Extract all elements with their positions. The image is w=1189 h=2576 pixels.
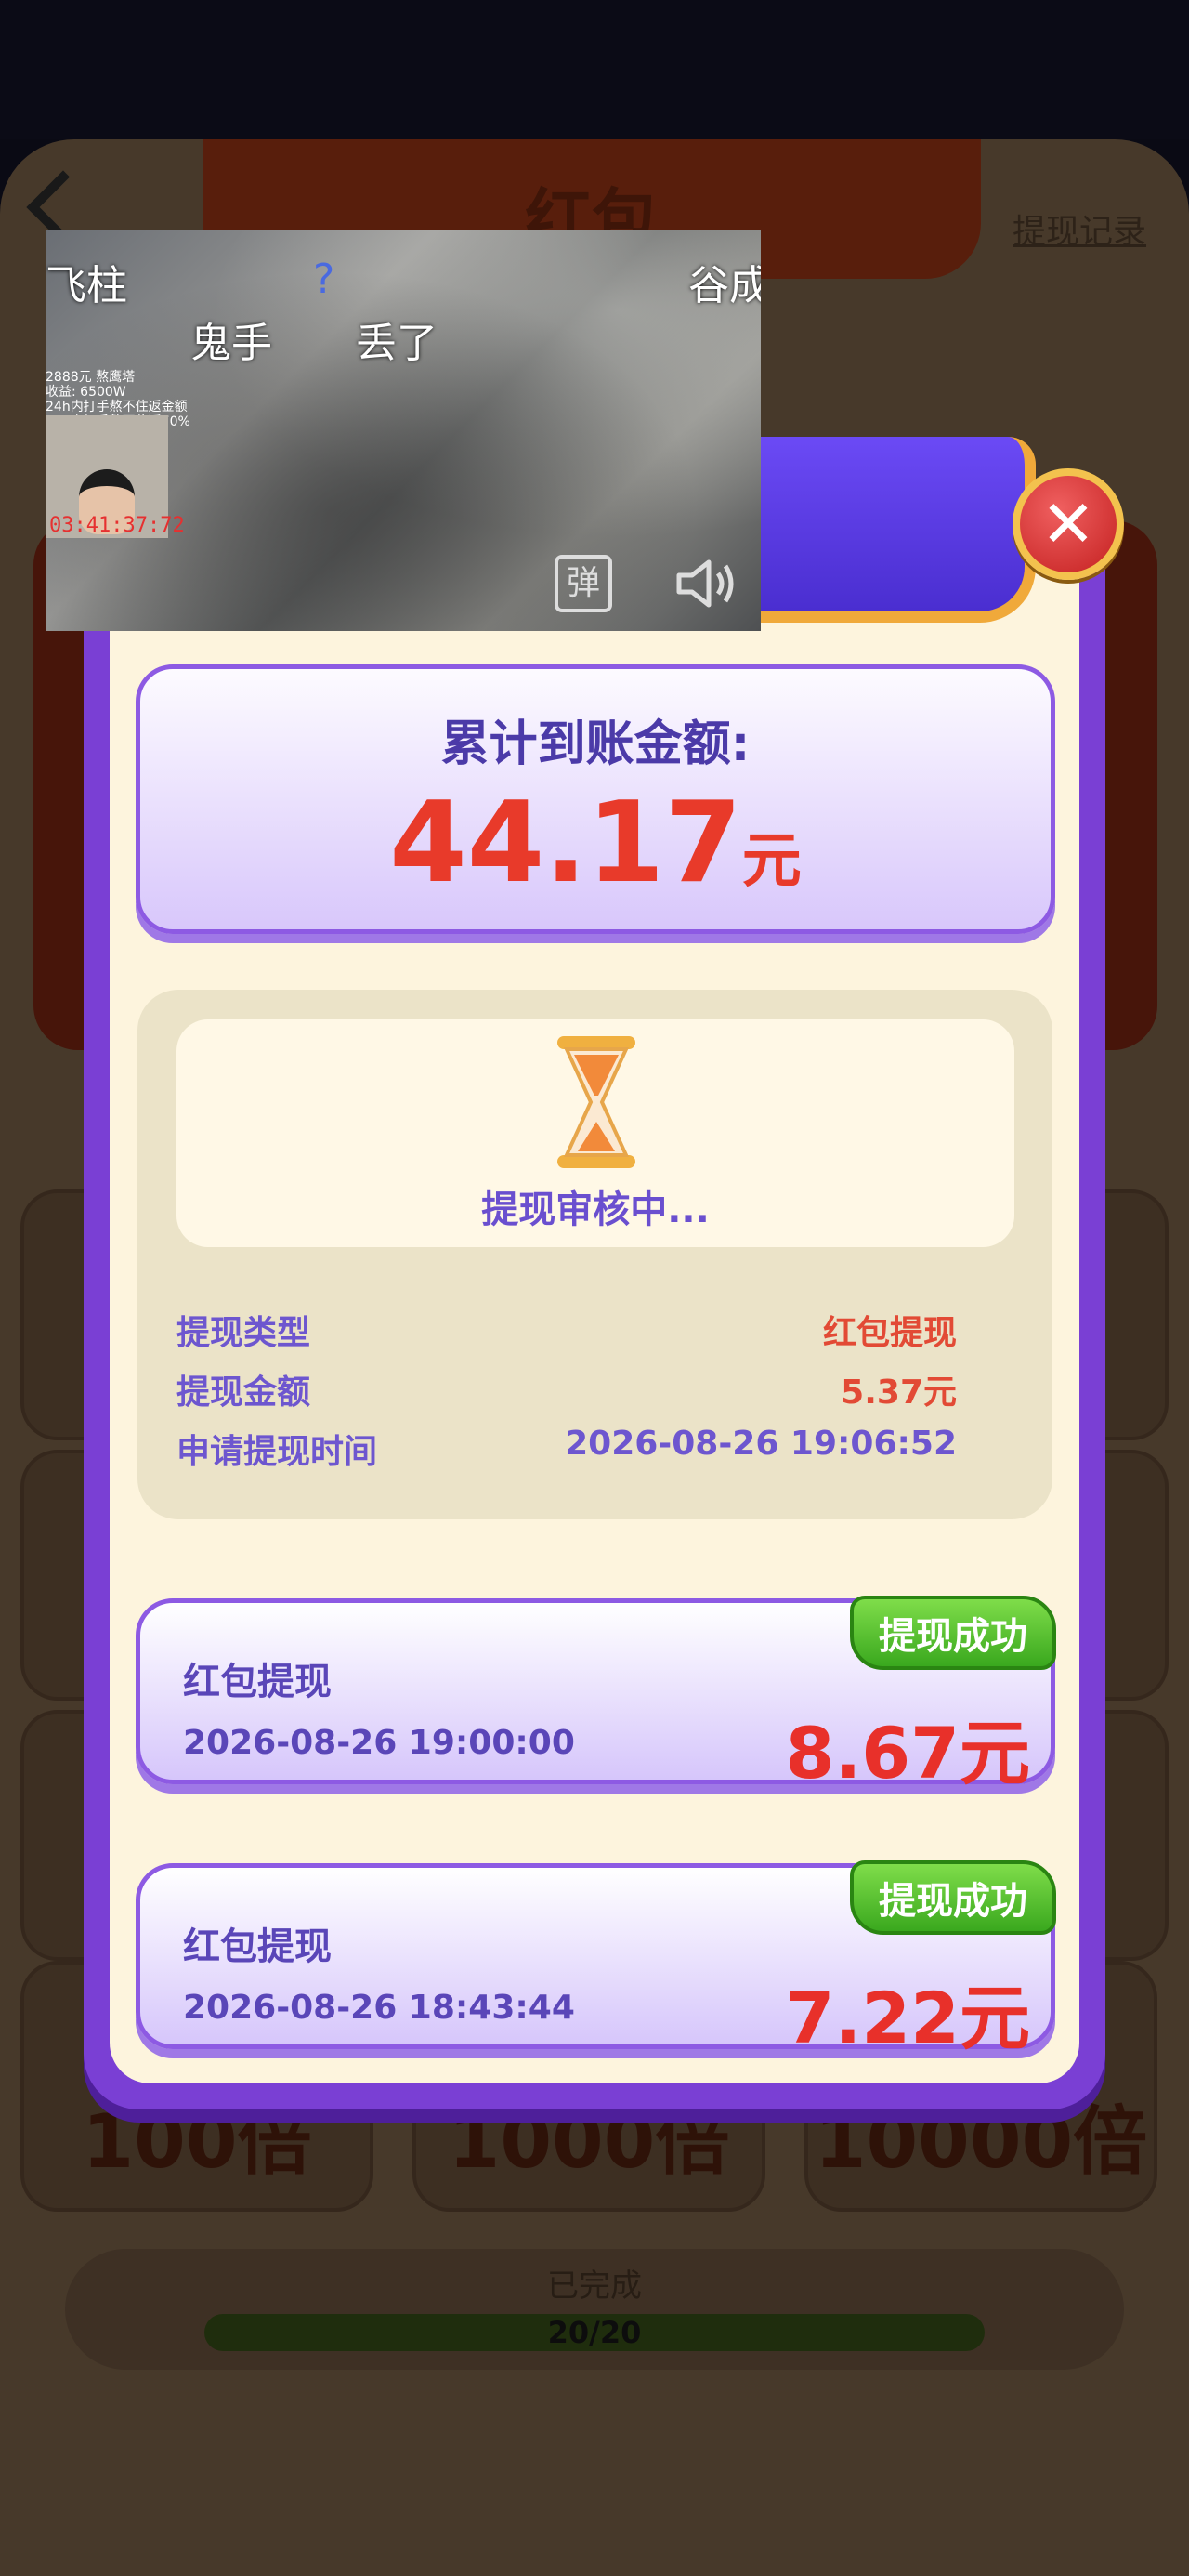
total-amount-value: 44.17	[389, 779, 742, 908]
review-panel: 提现审核中... 提现类型 红包提现 提现金额 5.37元 申请提现时间 202…	[137, 990, 1052, 1519]
hourglass-icon	[557, 1036, 635, 1168]
info-row-amount: 提现金额 5.37元	[176, 1365, 957, 1412]
info-value: 红包提现	[822, 1314, 957, 1352]
total-amount-card: 累计到账金额: 44.17元	[136, 664, 1055, 934]
info-row-time: 申请提现时间 2026-08-26 19:06:52	[176, 1425, 957, 1471]
info-key: 申请提现时间	[176, 1433, 378, 1471]
record-type: 红包提现	[183, 1925, 332, 1968]
speaker-icon[interactable]	[673, 555, 738, 612]
question-icon: ?	[313, 256, 335, 303]
record-amount: 8.67元	[785, 1712, 1030, 1794]
stream-clock: 03:41:37:72	[49, 514, 185, 537]
info-row-type: 提现类型 红包提现	[176, 1306, 957, 1352]
close-button[interactable]: ✕	[1013, 468, 1124, 580]
total-label: 累计到账金额:	[440, 716, 751, 772]
video-caption: 谷成	[688, 262, 761, 309]
info-key: 提现金额	[176, 1373, 311, 1412]
info-value: 5.37元	[841, 1373, 957, 1412]
video-caption: 飞柱	[46, 262, 127, 309]
record-type: 红包提现	[183, 1661, 332, 1703]
floating-video-window[interactable]: 飞柱 ? 谷成 鬼手 丢了 2888元 熬鹰塔 收益: 6500W 24h内打手…	[46, 230, 761, 631]
total-amount: 44.17元	[140, 779, 1051, 908]
withdraw-modal: ✕ 累计到账金额: 44.17元 提现审核中... 提现类型 红包提现 提现金额…	[84, 437, 1124, 2109]
danmu-toggle-button[interactable]: 弹	[555, 555, 612, 612]
close-icon: ✕	[1040, 486, 1096, 562]
record-time: 2026-08-26 18:43:44	[183, 1989, 575, 2027]
review-status-card: 提现审核中...	[176, 1019, 1014, 1247]
success-badge: 提现成功	[850, 1596, 1056, 1670]
info-value: 2026-08-26 19:06:52	[565, 1425, 957, 1463]
video-caption: 丢了	[356, 320, 438, 367]
record-time: 2026-08-26 19:00:00	[183, 1724, 575, 1762]
info-key: 提现类型	[176, 1314, 311, 1352]
video-caption: 鬼手	[190, 320, 272, 367]
record-amount: 7.22元	[785, 1977, 1030, 2059]
total-amount-unit: 元	[741, 827, 802, 896]
review-status-text: 提现审核中...	[481, 1189, 710, 1231]
record-card: 红包提现 2026-08-26 18:43:44 7.22元 提现成功	[136, 1860, 1056, 2059]
success-badge: 提现成功	[850, 1860, 1056, 1935]
record-card: 红包提现 2026-08-26 19:00:00 8.67元 提现成功	[136, 1596, 1056, 1794]
